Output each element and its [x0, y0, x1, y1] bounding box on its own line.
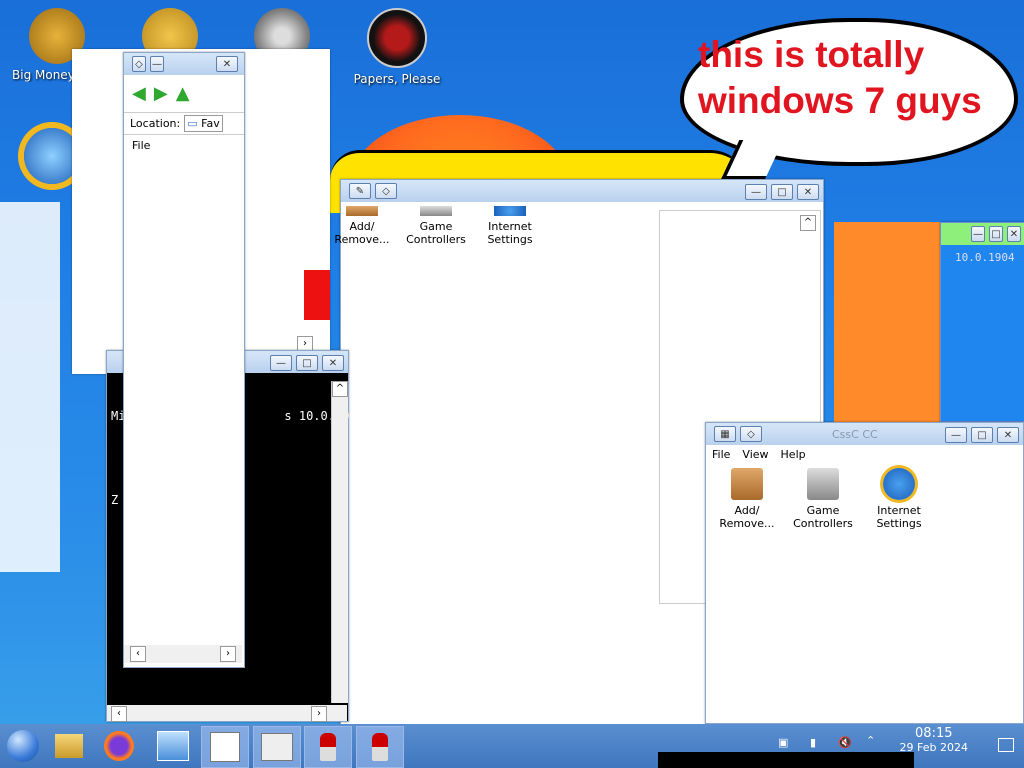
nav-toolbar: ◀ ▶ ▲: [124, 75, 244, 112]
maximize-button[interactable]: □: [296, 355, 318, 371]
scroll-up-button[interactable]: ^: [332, 381, 348, 397]
joystick-icon: [420, 206, 452, 216]
diamond-icon[interactable]: ◇: [740, 426, 762, 442]
firefox-icon: [104, 731, 134, 761]
taskbar-item-wine-2[interactable]: [356, 726, 404, 768]
window-title: CssC CC: [832, 427, 878, 441]
monitor-icon: [157, 731, 189, 761]
box-icon: [346, 206, 378, 216]
joystick-icon: [807, 468, 839, 500]
close-button[interactable]: ✕: [997, 427, 1019, 443]
wine-glass-icon: [320, 733, 336, 761]
close-button[interactable]: ✕: [322, 355, 344, 371]
internet-settings-item[interactable]: Internet Settings: [475, 206, 545, 246]
add-remove-item[interactable]: Add/ Remove...: [712, 468, 782, 530]
clock-date: 29 Feb 2024: [899, 741, 968, 754]
clipboard-icon[interactable]: ▣: [778, 736, 788, 749]
content-area: Add/ Remove... Game Controllers Internet…: [334, 202, 659, 722]
window-menu-icon[interactable]: ▦: [714, 426, 736, 442]
game-controllers-item[interactable]: Game Controllers: [401, 206, 471, 246]
maximize-button[interactable]: □: [989, 226, 1003, 242]
clock-time: 08:15: [915, 726, 953, 741]
scroll-left-button[interactable]: ‹: [130, 646, 146, 662]
file-dialog-window: ◇ — ✕ ◀ ▶ ▲ Location: ▭ Fav File ‹ ›: [123, 52, 245, 668]
ghost-window: [0, 202, 60, 572]
titlebar[interactable]: — □ ✕: [941, 223, 1024, 245]
papers-please-icon: [367, 8, 427, 68]
add-remove-item[interactable]: Add/ Remove...: [327, 206, 397, 246]
game-controllers-item[interactable]: Game Controllers: [788, 468, 858, 530]
console-window-right: — □ ✕ 10.0.1904: [940, 222, 1024, 422]
black-bar: [658, 752, 914, 768]
control-panel-window: ▦ ◇ CssC CC — □ ✕ File View Help Add/ Re…: [705, 422, 1024, 724]
clock[interactable]: 08:15 29 Feb 2024: [900, 726, 968, 754]
menu-view[interactable]: View: [742, 448, 768, 461]
menu-file[interactable]: File: [712, 448, 730, 461]
diamond-icon[interactable]: ◇: [375, 183, 397, 199]
speech-bubble-text: this is totally windows 7 guys: [698, 34, 982, 121]
taskbar-item-firefox[interactable]: [96, 726, 142, 766]
wallpaper-orange-block: [834, 222, 940, 422]
folder-icon: ▭: [187, 117, 198, 130]
icon-grid: Add/ Remove... Game Controllers Internet…: [706, 464, 1023, 534]
location-label: Location:: [130, 117, 181, 130]
titlebar[interactable]: ◇ — ✕: [124, 53, 244, 75]
console-text: 10.0.1904: [955, 251, 1015, 264]
battery-icon[interactable]: ▮: [810, 736, 816, 749]
close-button[interactable]: ✕: [1007, 226, 1021, 242]
ie-icon: [883, 468, 915, 500]
close-button[interactable]: ✕: [797, 184, 819, 200]
minimize-button[interactable]: —: [971, 226, 985, 242]
taskbar: ▣ ▮ 🔇 ⌃ 08:15 29 Feb 2024: [0, 724, 1024, 768]
minimize-button[interactable]: —: [270, 355, 292, 371]
scroll-up-button[interactable]: ^: [800, 215, 816, 231]
file-menu[interactable]: File: [124, 135, 244, 156]
internet-settings-item[interactable]: Internet Settings: [864, 468, 934, 530]
scroll-right-button[interactable]: ›: [220, 646, 236, 662]
forward-arrow-icon[interactable]: ▶: [154, 83, 168, 104]
location-bar: Location: ▭ Fav: [124, 112, 244, 135]
desktop-icon-papers-please[interactable]: Papers, Please: [352, 8, 442, 86]
menu-bar: File View Help: [706, 445, 1023, 464]
windows-logo-icon: [7, 730, 39, 762]
close-button[interactable]: ✕: [216, 56, 238, 72]
wine-glass-icon: [372, 733, 388, 761]
start-button[interactable]: [0, 726, 46, 766]
up-arrow-icon[interactable]: ▲: [176, 83, 190, 104]
vertical-scrollbar[interactable]: ^: [331, 381, 348, 703]
taskbar-item-explorer[interactable]: [46, 726, 92, 766]
folder-icon: [55, 734, 83, 758]
ie-icon: [494, 206, 526, 216]
titlebar[interactable]: ▦ ◇ CssC CC — □ ✕: [706, 423, 1023, 445]
window-menu-icon[interactable]: ✎: [349, 183, 371, 199]
back-arrow-icon[interactable]: ◀: [132, 83, 146, 104]
minimize-button[interactable]: —: [945, 427, 967, 443]
taskbar-item-wine-1[interactable]: [304, 726, 352, 768]
titlebar[interactable]: ✎ ◇ — □ ✕: [341, 180, 823, 202]
speaker-muted-icon[interactable]: 🔇: [838, 736, 852, 749]
window-menu-icon[interactable]: ◇: [132, 56, 146, 72]
horizontal-scrollbar[interactable]: ‹ ›: [107, 705, 347, 722]
location-field[interactable]: ▭ Fav: [184, 115, 223, 132]
horizontal-scrollbar[interactable]: ‹ ›: [124, 645, 242, 663]
maximize-button[interactable]: □: [971, 427, 993, 443]
scroll-left-button[interactable]: ‹: [111, 706, 127, 722]
taskbar-item-console[interactable]: [253, 726, 301, 768]
minimize-button[interactable]: —: [745, 184, 767, 200]
console-icon: [261, 733, 293, 761]
chevron-up-icon[interactable]: ⌃: [866, 734, 875, 747]
notepad-icon: [210, 732, 240, 762]
menu-help[interactable]: Help: [781, 448, 806, 461]
show-desktop-icon[interactable]: [998, 738, 1014, 752]
minimize-button[interactable]: —: [150, 56, 164, 72]
scroll-right-button[interactable]: ›: [311, 706, 327, 722]
red-fragment: [304, 270, 330, 320]
taskbar-item-control-panel[interactable]: [150, 726, 196, 766]
taskbar-item-notepad[interactable]: [201, 726, 249, 768]
maximize-button[interactable]: □: [771, 184, 793, 200]
box-icon: [731, 468, 763, 500]
